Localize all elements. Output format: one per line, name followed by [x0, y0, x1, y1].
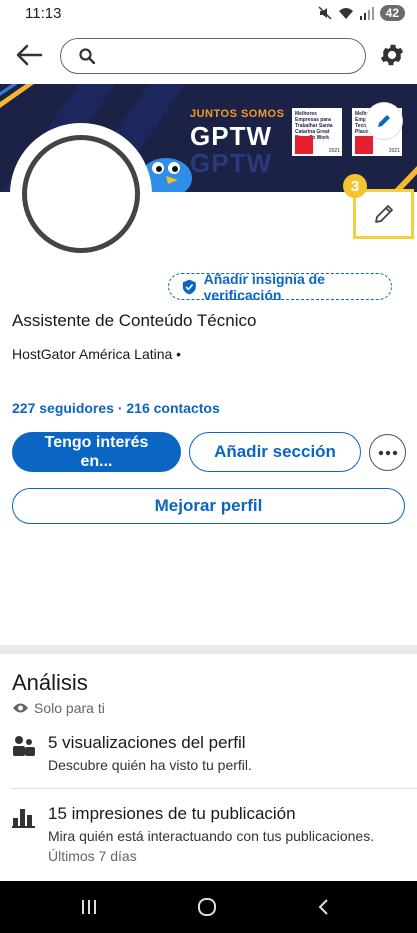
certification-year: 2021	[328, 148, 340, 154]
settings-button[interactable]	[378, 41, 406, 69]
mute-icon	[318, 6, 332, 20]
avatar[interactable]	[10, 123, 152, 265]
edit-intro-button[interactable]	[353, 189, 414, 239]
chevron-left-icon	[318, 899, 328, 915]
banner-tagline: JUNTOS SOMOS	[190, 108, 285, 120]
recent-apps-button[interactable]	[74, 895, 104, 919]
certification-mark	[295, 136, 313, 154]
stat-title: 5 visualizaciones del perfil	[48, 733, 246, 752]
top-bar	[0, 28, 417, 84]
wifi-icon	[338, 7, 353, 19]
pencil-icon	[374, 205, 393, 223]
profile-views-item[interactable]: 5 visualizaciones del perfil Descubre qu…	[12, 733, 412, 783]
banner-brand-shadow: GPTW	[190, 148, 272, 178]
open-to-label-line1: Tengo interés	[44, 434, 149, 451]
certification-mark	[355, 136, 373, 154]
privacy-note: Solo para ti	[12, 700, 105, 716]
search-bar[interactable]	[60, 38, 366, 74]
home-icon	[198, 898, 216, 916]
privacy-label: Solo para ti	[34, 700, 105, 716]
search-icon	[79, 48, 95, 64]
profile-company: HostGator América Latina •	[12, 346, 182, 362]
followers-connections-link[interactable]: 227 seguidores · 216 contactos	[12, 400, 220, 416]
section-separator	[0, 645, 417, 654]
system-navigation-bar	[0, 881, 417, 933]
people-icon	[13, 736, 35, 756]
improve-profile-button[interactable]: Mejorar perfil	[12, 488, 405, 524]
more-horizontal-icon	[378, 450, 397, 455]
stat-subtitle: Mira quién está interactuando con tus pu…	[48, 828, 375, 844]
add-section-button[interactable]: Añadir sección	[189, 432, 361, 472]
divider	[12, 788, 417, 789]
search-input[interactable]	[105, 45, 355, 67]
gear-icon	[380, 44, 404, 66]
back-system-button[interactable]	[308, 895, 338, 919]
status-bar: 11:13 42	[0, 0, 417, 26]
open-to-label-line2: en...	[80, 453, 113, 470]
home-button[interactable]	[192, 895, 222, 919]
stat-period: Últimos 7 días	[48, 848, 137, 864]
verify-label: Añadir insignia de verificación	[203, 270, 325, 303]
pencil-icon	[378, 115, 390, 127]
status-icons: 42	[318, 5, 405, 21]
eye-icon	[13, 703, 28, 713]
avatar-ring	[22, 135, 140, 253]
more-options-button[interactable]	[369, 434, 406, 471]
bar-chart-icon	[12, 809, 35, 828]
certification-badge: Melhores Empresas para Trabalhar Santa C…	[292, 108, 342, 156]
signal-icon	[359, 6, 374, 20]
edit-banner-button[interactable]	[366, 103, 402, 139]
battery-indicator: 42	[379, 5, 405, 21]
stat-title: 15 impresiones de tu publicación	[48, 804, 296, 823]
certification-year: 2021	[388, 148, 400, 154]
post-impressions-item[interactable]: 15 impresiones de tu publicación Mira qu…	[12, 804, 412, 868]
open-to-button[interactable]: Tengo interés en...	[12, 432, 181, 472]
arrow-left-icon	[16, 44, 43, 66]
profile-headline: Assistente de Conteúdo Técnico	[12, 311, 257, 330]
analytics-title: Análisis	[12, 670, 88, 695]
stat-subtitle: Descubre quién ha visto tu perfil.	[48, 757, 252, 773]
banner-corner-decoration	[0, 84, 34, 108]
back-button[interactable]	[14, 40, 44, 70]
step-badge: 3	[343, 174, 367, 198]
status-time: 11:13	[25, 4, 62, 22]
shield-check-icon	[182, 279, 196, 294]
add-verification-badge-button[interactable]: Añadir insignia de verificación	[168, 270, 392, 303]
recent-apps-icon	[82, 900, 96, 914]
